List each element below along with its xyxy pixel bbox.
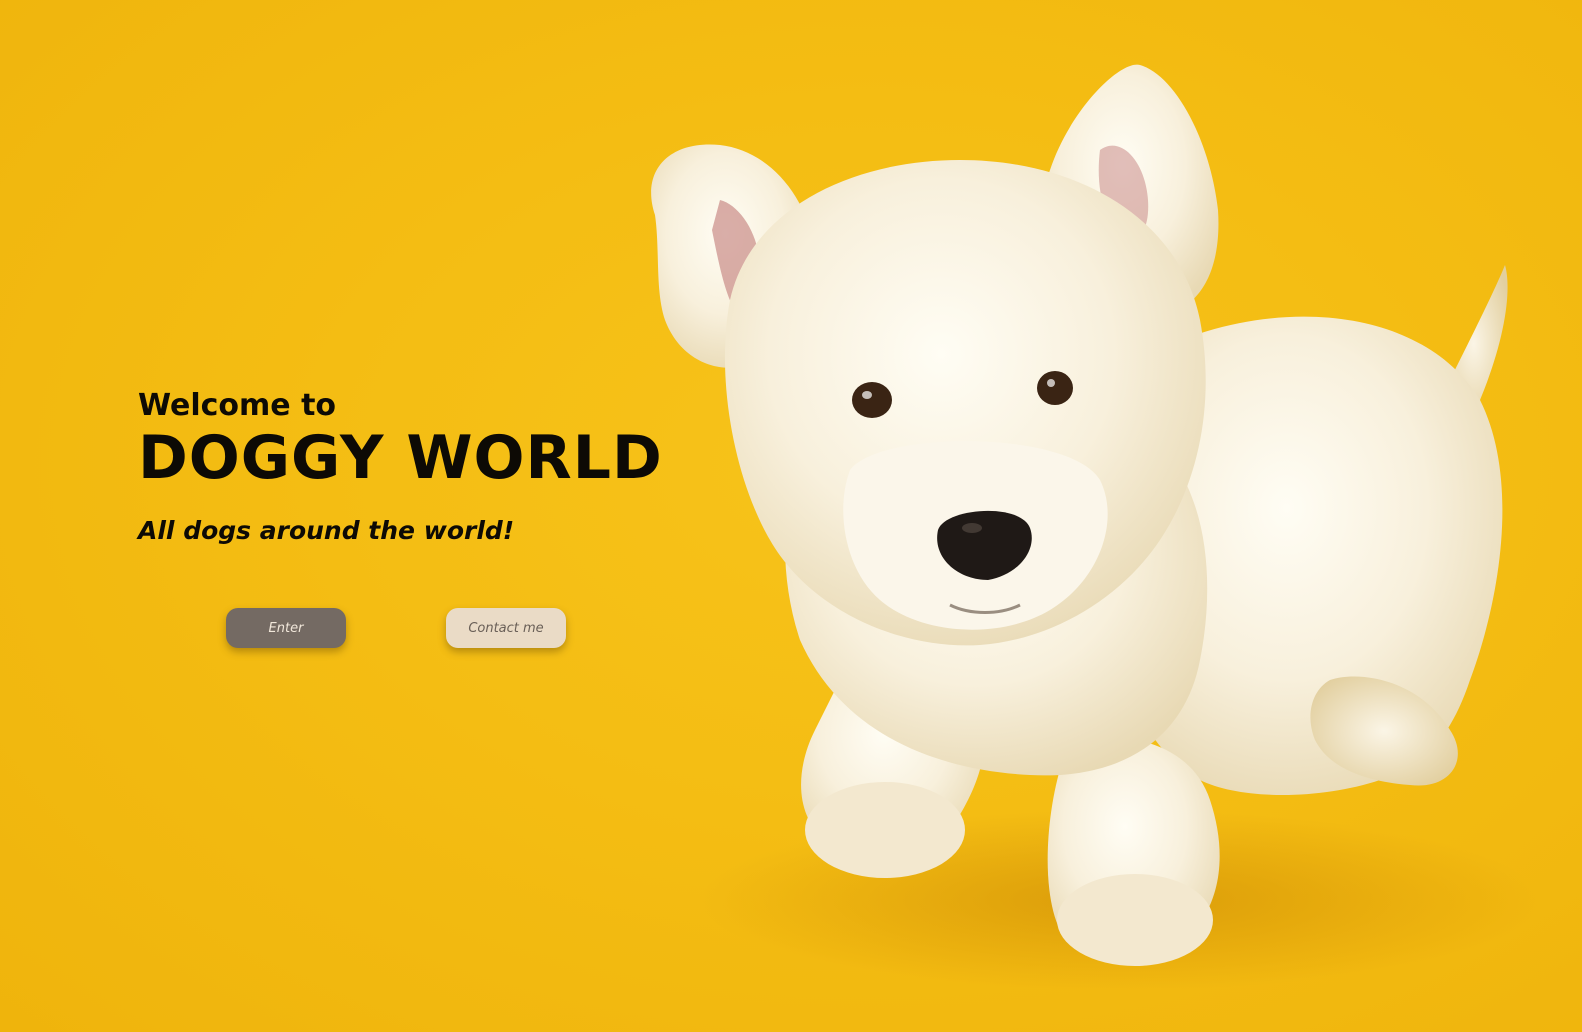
enter-button[interactable]: Enter [226, 608, 346, 648]
landing-page: Welcome to DOGGY WORLD All dogs around t… [0, 0, 1582, 1032]
brand-title: DOGGY WORLD [138, 423, 663, 493]
hero-section: Welcome to DOGGY WORLD All dogs around t… [138, 388, 698, 546]
contact-me-button[interactable]: Contact me [446, 608, 566, 648]
white-terrier-dog-photo [651, 64, 1540, 990]
tagline: All dogs around the world! [138, 516, 515, 545]
welcome-heading: Welcome to [138, 388, 337, 423]
